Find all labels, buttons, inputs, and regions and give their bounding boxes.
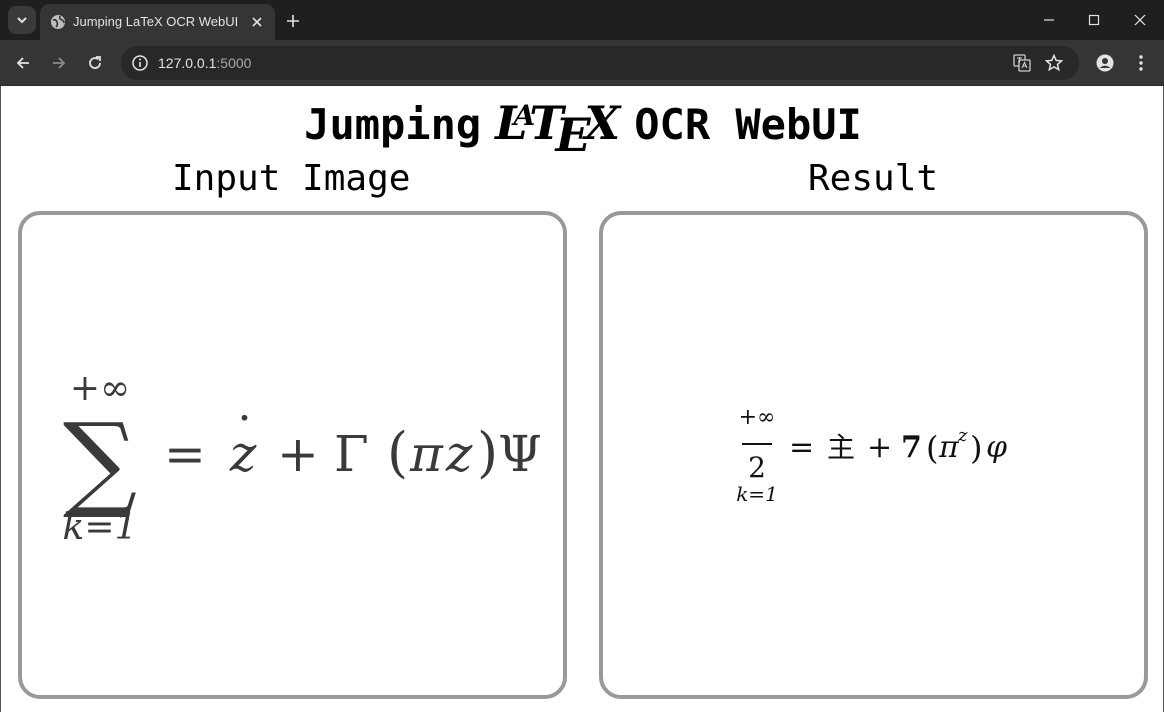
title-suffix: OCR WebUI [634, 100, 862, 149]
maximize-icon [1088, 14, 1100, 26]
result-heading: Result [808, 158, 939, 199]
globe-icon [51, 15, 65, 29]
gamma-symbol: Γ [334, 425, 369, 483]
reload-button[interactable] [82, 50, 108, 76]
sum-sigma: ∑ [63, 400, 137, 522]
tab-close-button[interactable] [247, 12, 267, 32]
url-text: 127.0.0.1:5000 [158, 55, 251, 71]
forward-button[interactable] [46, 50, 72, 76]
result-lower: k=1 [736, 482, 778, 506]
translate-button[interactable] [1012, 53, 1032, 73]
left-paren: ( [387, 421, 408, 484]
result-left-paren: ( [926, 429, 938, 467]
sum-lower-limit: k=1 [63, 507, 138, 548]
back-button[interactable] [10, 50, 36, 76]
result-seven: 7 [901, 430, 922, 465]
reload-icon [89, 56, 101, 69]
star-icon [1045, 54, 1063, 72]
page-title: Jumping LATEX OCR WebUI [1, 96, 1164, 162]
result-equals: = [789, 430, 814, 465]
result-plus: + [867, 430, 892, 465]
title-prefix: Jumping [304, 100, 482, 149]
plus-icon [287, 15, 299, 27]
result-right-paren: ) [970, 429, 982, 467]
plus-sign: + [277, 425, 319, 483]
forward-icon [53, 57, 66, 69]
psi-symbol: Ψ [498, 425, 542, 483]
pi-symbol: π [409, 425, 444, 483]
latex-logo: LATEX [495, 96, 620, 162]
fraction-bar [742, 443, 772, 445]
url-port: :5000 [216, 55, 252, 71]
maximize-button[interactable] [1071, 0, 1117, 40]
browser-menu-button[interactable] [1130, 52, 1152, 74]
profile-button[interactable] [1094, 52, 1116, 74]
url-host: 127.0.0.1 [158, 55, 217, 71]
page-content: Jumping LATEX OCR WebUI Input Image Result… [0, 86, 1164, 712]
close-window-button[interactable] [1117, 0, 1163, 40]
new-tab-button[interactable] [282, 10, 304, 32]
info-icon[interactable] [131, 54, 149, 72]
minimize-icon [1044, 19, 1054, 21]
input-formula-image: +∞ ∑ k=1 = ˙ z + Γ ( π z ) Ψ [63, 368, 542, 548]
result-phi: φ [986, 430, 1007, 465]
equals-sign: = [164, 425, 206, 483]
latex-logo-x: X [584, 96, 621, 150]
input-image-heading: Input Image [172, 158, 411, 199]
browser-tab[interactable]: Jumping LaTeX OCR WebUI [40, 4, 275, 40]
kebab-menu-icon [1139, 55, 1143, 71]
result-superscript-z: z [957, 425, 968, 446]
z-symbol: z [445, 425, 473, 483]
close-icon [252, 17, 262, 27]
bookmark-button[interactable] [1044, 53, 1064, 73]
result-panel: +∞ 2 k=1 = 主 + 7 ( π z ) φ [599, 211, 1148, 699]
browser-titlebar: Jumping LaTeX OCR WebUI [0, 0, 1164, 40]
tab-title: Jumping LaTeX OCR WebUI [73, 14, 239, 29]
address-bar[interactable]: 127.0.0.1:5000 [121, 46, 1079, 80]
result-formula: +∞ 2 k=1 = 主 + 7 ( π z ) φ [736, 405, 1007, 506]
translate-icon [1013, 54, 1031, 72]
result-pi: π [938, 430, 960, 465]
minimize-button[interactable] [1026, 0, 1072, 40]
chevron-down-icon [17, 17, 27, 24]
back-icon [16, 57, 29, 69]
profile-icon [1096, 54, 1114, 72]
result-denominator: 2 [748, 451, 766, 484]
browser-toolbar: 127.0.0.1:5000 [0, 40, 1164, 86]
close-window-icon [1134, 14, 1146, 26]
input-image-panel[interactable]: +∞ ∑ k=1 = ˙ z + Γ ( π z ) Ψ [18, 211, 567, 699]
right-paren: ) [477, 421, 498, 484]
z-dot: z [229, 425, 257, 483]
result-zhu: 主 [827, 431, 855, 464]
result-upper: +∞ [739, 405, 776, 430]
tab-search-button[interactable] [8, 6, 36, 34]
